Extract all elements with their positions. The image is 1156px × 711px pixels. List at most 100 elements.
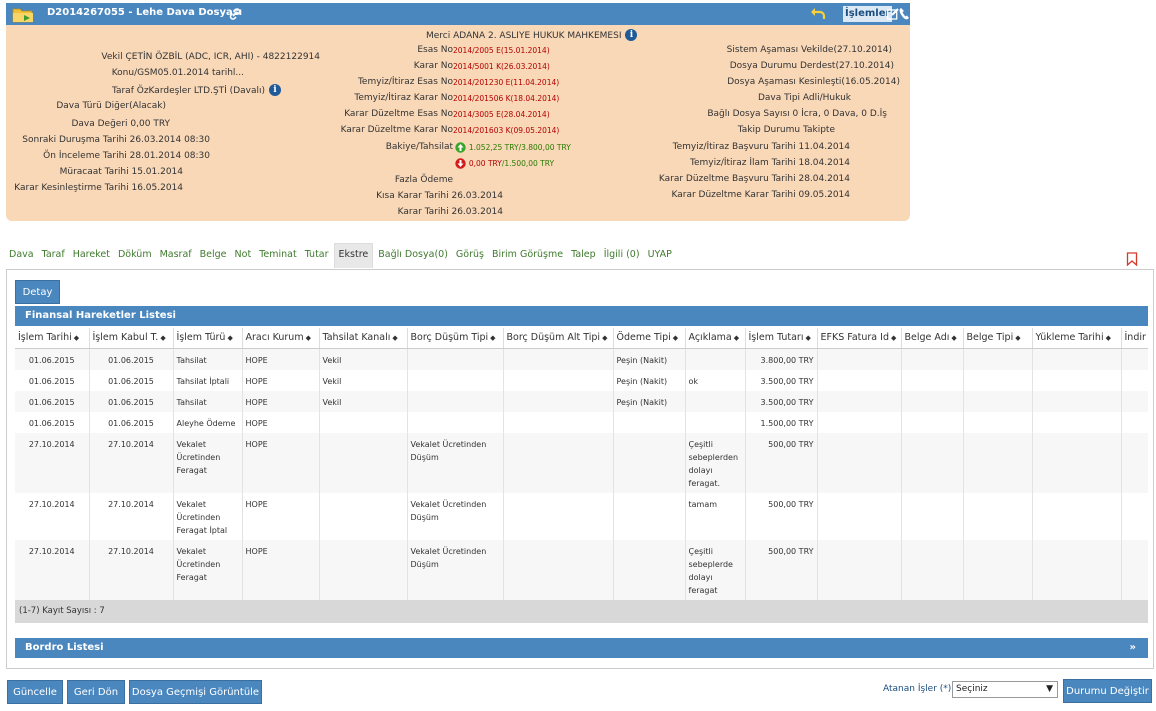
table-row[interactable]: 01.06.2015 01.06.2015 Tahsilat İptali HOPE V… [15, 369, 1148, 391]
column-header[interactable]: İndir [1121, 328, 1148, 349]
edit-icon[interactable] [887, 8, 899, 20]
info-konu: Konu/GSM05.01.2014 tarihl... [111, 68, 244, 78]
bordro-listesi-title: Bordro Listesi [25, 642, 104, 653]
durumu-degistir-button[interactable]: Durumu Değiştir [1063, 679, 1152, 703]
column-header[interactable]: Borç Düşüm Alt Tipi ◆ [503, 328, 614, 349]
sort-icon[interactable]: ◆ [392, 334, 397, 342]
sort-icon[interactable]: ◆ [951, 334, 956, 342]
info-temyiz-karar: 2014/201506 K(18.04.2014) [453, 94, 560, 103]
info-vekil: Vekil ÇETİN ÖZBİL (ADC, ICR, AHI) - 4822… [101, 52, 320, 62]
tab-hareket[interactable]: Hareket [70, 243, 113, 268]
bordro-listesi-header[interactable]: Bordro Listesi » [15, 638, 1148, 658]
table-cell: ok [685, 369, 746, 391]
tab-talep[interactable]: Talep [568, 243, 599, 268]
bookmark-icon[interactable] [1126, 252, 1138, 266]
column-header[interactable]: Yükleme Tarihi ◆ [1032, 328, 1122, 349]
table-cell: Vekil [319, 369, 408, 391]
tab-tutar[interactable]: Tutar [302, 243, 332, 268]
table-cell [963, 411, 1033, 433]
table-cell [1121, 369, 1148, 391]
table-cell [319, 492, 408, 540]
tab-not[interactable]: Not [232, 243, 255, 268]
sort-icon[interactable]: ◆ [602, 334, 607, 342]
sort-icon[interactable]: ◆ [1015, 334, 1020, 342]
column-header[interactable]: Tahsilat Kanalı ◆ [319, 328, 408, 349]
tab-gorus[interactable]: Görüş [453, 243, 487, 268]
tab-ekstre[interactable]: Ekstre [333, 243, 374, 268]
column-header-label: Aracı Kurum [245, 332, 304, 344]
tab-dokum[interactable]: Döküm [115, 243, 155, 268]
column-header[interactable]: İşlem Tarihi ◆ [15, 328, 90, 349]
table-row[interactable]: 01.06.2015 01.06.2015 Tahsilat HOPE Vekil Peş… [15, 390, 1148, 412]
guncelle-button[interactable]: Güncelle [7, 680, 63, 704]
tab-uyap[interactable]: UYAP [645, 243, 675, 268]
dosya-gecmisi-button[interactable]: Dosya Geçmişi Görüntüle [129, 680, 262, 704]
table-cell: 27.10.2014 [89, 432, 174, 493]
atanan-isler-select[interactable]: Seçiniz ▼ [952, 681, 1058, 698]
sort-icon[interactable]: ◆ [673, 334, 678, 342]
arrow-up-circle-icon [455, 142, 466, 153]
detay-button[interactable]: Detay [15, 280, 60, 304]
expand-icon[interactable]: » [1130, 638, 1136, 658]
column-header[interactable]: Aracı Kurum ◆ [242, 328, 320, 349]
tab-taraf[interactable]: Taraf [39, 243, 68, 268]
table-cell [407, 411, 504, 433]
tab-birim-gorusme[interactable]: Birim Görüşme [489, 243, 566, 268]
table-cell: 01.06.2015 [89, 369, 174, 391]
taraf-info-icon[interactable]: i [269, 84, 281, 96]
tab-masraf[interactable]: Masraf [157, 243, 195, 268]
table-cell [1121, 492, 1148, 540]
table-cell: Tahsilat İptali [173, 369, 243, 391]
tab-belge[interactable]: Belge [197, 243, 230, 268]
phone-icon[interactable] [899, 8, 909, 20]
table-row[interactable]: 27.10.2014 27.10.2014 Vekalet Ücretinden F… [15, 432, 1148, 493]
column-header[interactable]: İşlem Kabul T. ◆ [89, 328, 174, 349]
sort-icon[interactable]: ◆ [734, 334, 739, 342]
column-header[interactable]: İşlem Türü ◆ [173, 328, 243, 349]
table-row[interactable]: 01.06.2015 01.06.2015 Aleyhe Ödeme HOPE 1.50… [15, 411, 1148, 433]
column-header[interactable]: Açıklama ◆ [685, 328, 746, 349]
table-cell: 500,00 TRY [745, 432, 818, 493]
sort-icon[interactable]: ◆ [306, 334, 311, 342]
table-cell [817, 369, 902, 391]
column-header-label: İşlem Kabul T. [92, 332, 159, 344]
tab-dava[interactable]: Dava [6, 243, 37, 268]
info-odeme: 0,00 TRY/1.500,00 TRY [455, 158, 554, 170]
sort-icon[interactable]: ◆ [227, 334, 232, 342]
info-kd-esas-label: Karar Düzeltme Esas No [344, 109, 453, 119]
column-header[interactable]: EFKS Fatura Id ◆ [817, 328, 902, 349]
sort-icon[interactable]: ◆ [74, 334, 79, 342]
info-kd-basvuru: Karar Düzeltme Başvuru Tarihi 28.04.2014 [658, 174, 850, 184]
tab-ilgili[interactable]: İlgili (0) [601, 243, 643, 268]
merci-info-icon[interactable]: i [625, 29, 638, 41]
column-header[interactable]: Belge Tipi ◆ [963, 328, 1033, 349]
info-kd-karar: 2014/201603 K(09.05.2014) [453, 126, 560, 135]
table-cell [901, 390, 964, 412]
table-row[interactable]: 01.06.2015 01.06.2015 Tahsilat HOPE Vekil Peş… [15, 348, 1148, 370]
table-cell: 27.10.2014 [15, 432, 90, 493]
sort-icon[interactable]: ◆ [160, 334, 165, 342]
sort-icon[interactable]: ◆ [1106, 334, 1111, 342]
undo-arrow-icon[interactable] [810, 5, 826, 21]
tab-bagli-dosya[interactable]: Bağlı Dosya(0) [375, 243, 451, 268]
dropdown-arrow-icon: ▼ [1046, 684, 1053, 694]
sort-icon[interactable]: ◆ [891, 334, 896, 342]
column-header-label: Belge Tipi [966, 332, 1014, 344]
file-title: D2014267055 - Lehe Dava Dosyası [47, 7, 243, 18]
sort-icon[interactable]: ◆ [805, 334, 810, 342]
table-cell [685, 390, 746, 412]
tab-teminat[interactable]: Teminat [256, 243, 300, 268]
column-header[interactable]: Belge Adı ◆ [901, 328, 964, 349]
column-header[interactable]: İşlem Tutarı ◆ [745, 328, 818, 349]
geri-don-button[interactable]: Geri Dön [67, 680, 125, 704]
column-header[interactable]: Ödeme Tipi ◆ [613, 328, 686, 349]
sort-icon[interactable]: ◆ [490, 334, 495, 342]
table-cell [1121, 432, 1148, 493]
link-icon[interactable] [228, 7, 242, 21]
islemler-button[interactable]: İşlemler [843, 6, 893, 22]
column-header-label: İşlem Tutarı [748, 332, 804, 344]
column-header[interactable]: Borç Düşüm Tipi ◆ [407, 328, 504, 349]
table-row[interactable]: 27.10.2014 27.10.2014 Vekalet Ücretinden F… [15, 492, 1148, 540]
table-cell: Vekalet Ücretinden Düşüm [407, 432, 504, 493]
info-esas-no: 2014/2005 E(15.01.2014) [453, 46, 550, 55]
